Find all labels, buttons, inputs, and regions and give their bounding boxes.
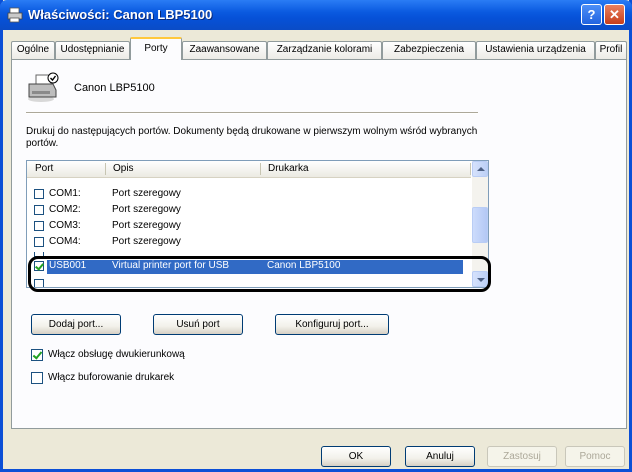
bidirectional-checkbox[interactable] [31,349,43,361]
help-title-button[interactable]: ? [581,4,602,25]
tab-sharing[interactable]: Udostępnianie [55,41,130,59]
port-checkbox[interactable] [34,221,44,231]
scroll-up-icon[interactable] [472,161,488,177]
column-divider[interactable] [260,163,261,175]
delete-port-button[interactable]: Usuń port [153,314,243,335]
column-header-description[interactable]: Opis [113,163,134,174]
column-header-port[interactable]: Port [35,163,53,174]
bidirectional-label[interactable]: Włącz obsługę dwukierunkową [48,349,185,360]
port-checkbox[interactable] [34,189,44,199]
properties-dialog: Właściwości: Canon LBP5100 ? ✕ Ogólne Ud… [0,0,632,472]
ports-description: Drukuj do następujących portów. Dokument… [26,126,478,149]
help-button[interactable]: Pomoc [565,446,625,467]
ports-panel: Canon LBP5100 Drukuj do następujących po… [11,59,627,429]
close-button[interactable]: ✕ [604,4,625,25]
pooling-checkbox[interactable] [31,372,43,384]
pooling-label[interactable]: Włącz buforowanie drukarek [48,372,174,383]
table-row[interactable]: COM3: Port szeregowy [27,220,471,233]
window-title: Właściwości: Canon LBP5100 [28,7,213,22]
tab-general[interactable]: Ogólne [11,41,55,59]
printer-large-icon [28,72,59,102]
tab-ports[interactable]: Porty [130,37,182,60]
port-description: Port szeregowy [112,204,181,215]
column-header-printer[interactable]: Drukarka [268,163,309,174]
port-description: Port szeregowy [112,236,181,247]
tab-security[interactable]: Zabezpieczenia [382,41,476,59]
tab-color-management[interactable]: Zarządzanie kolorami [267,41,382,59]
separator [26,112,478,114]
tab-advanced[interactable]: Zaawansowane [182,41,267,59]
title-bar[interactable]: Właściwości: Canon LBP5100 ? ✕ [0,0,632,30]
cancel-button[interactable]: Anuluj [405,446,475,467]
highlight-callout [28,256,491,292]
tab-device-settings[interactable]: Ustawienia urządzenia [476,41,595,59]
port-checkbox[interactable] [34,205,44,215]
tab-strip: Ogólne Udostępnianie Porty Zaawansowane … [11,37,631,60]
configure-port-button[interactable]: Konfiguruj port... [275,314,389,335]
printer-name: Canon LBP5100 [74,82,155,94]
add-port-button[interactable]: Dodaj port... [31,314,121,335]
port-name: COM3: [49,220,81,231]
printer-icon [7,7,23,23]
ports-list-header: Port Opis Drukarka [27,161,471,178]
scroll-thumb[interactable] [472,207,488,243]
ok-button[interactable]: OK [321,446,391,467]
table-row[interactable]: COM1: Port szeregowy [27,188,471,201]
port-name: COM1: [49,188,81,199]
port-description: Port szeregowy [112,220,181,231]
port-checkbox[interactable] [34,237,44,247]
column-divider[interactable] [470,163,471,175]
table-row[interactable]: COM2: Port szeregowy [27,204,471,217]
port-name: COM4: [49,236,81,247]
column-divider[interactable] [105,163,106,175]
table-row[interactable]: COM4: Port szeregowy [27,236,471,249]
apply-button[interactable]: Zastosuj [487,446,557,467]
port-description: Port szeregowy [112,188,181,199]
port-name: COM2: [49,204,81,215]
tab-profile[interactable]: Profil [595,41,627,59]
